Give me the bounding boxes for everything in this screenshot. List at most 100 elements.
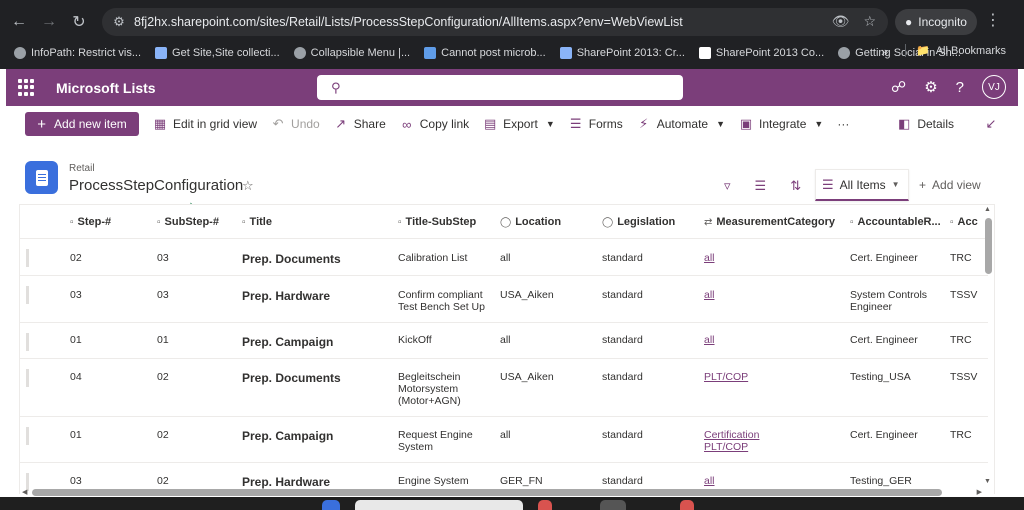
row-select-handle[interactable] bbox=[26, 286, 29, 304]
collapse-icon[interactable]: ↙ bbox=[984, 116, 998, 132]
vertical-scrollbar[interactable]: ▲ ▼ bbox=[984, 206, 993, 492]
table-row[interactable]: 02 03 Prep. Documents Calibration List a… bbox=[20, 239, 988, 276]
lookup-link[interactable]: all bbox=[704, 289, 715, 301]
column-header-title-substep[interactable]: ▫ Title-SubStep bbox=[398, 205, 476, 239]
cell-accountable: Testing_USA bbox=[850, 371, 911, 383]
table-row[interactable]: 01 02 Prep. Campaign Request Engine Syste… bbox=[20, 417, 988, 463]
settings-icon[interactable]: ⚙ bbox=[924, 78, 937, 96]
row-select-handle[interactable] bbox=[26, 249, 29, 267]
vertical-scroll-thumb[interactable] bbox=[985, 218, 992, 274]
cell-title[interactable]: Prep. Hardware bbox=[242, 476, 330, 488]
star-icon[interactable]: ☆ bbox=[863, 13, 876, 30]
export-button[interactable]: ▤ Export ▼ bbox=[483, 116, 555, 132]
taskbar-app-icon[interactable] bbox=[600, 500, 626, 510]
taskbar-app-icon[interactable] bbox=[538, 500, 552, 510]
lookup-link[interactable]: PLT/COP bbox=[704, 441, 759, 453]
add-view-button[interactable]: + Add view bbox=[919, 178, 981, 192]
avatar[interactable]: VJ bbox=[982, 75, 1006, 99]
chevron-down-icon: ▼ bbox=[814, 119, 824, 129]
column-header-acc[interactable]: ▫ Acc bbox=[950, 205, 978, 239]
bookmark-item[interactable]: Collapsible Menu |... bbox=[293, 47, 410, 59]
column-header-accountable[interactable]: ▫ AccountableR... bbox=[850, 205, 941, 239]
address-bar[interactable]: ⚙ 8fj2hx.sharepoint.com/sites/Retail/Lis… bbox=[102, 8, 888, 36]
bookmarks-overflow-icon[interactable]: » bbox=[881, 44, 888, 59]
horizontal-scrollbar[interactable]: ◀ ▶ bbox=[22, 488, 982, 497]
scroll-right-icon[interactable]: ▶ bbox=[977, 488, 982, 496]
view-tools: ▿ ☰ ⇅ bbox=[724, 178, 801, 194]
list-grid: ▫ Step-# ▫ SubStep-# ▫ Title ▫ Title-SubStep… bbox=[19, 204, 995, 494]
lookup-link[interactable]: all bbox=[704, 475, 715, 487]
bookmark-item[interactable]: Get Site,Site collecti... bbox=[155, 47, 280, 59]
lookup-link[interactable]: PLT/COP bbox=[704, 371, 748, 383]
cell-measurement: all bbox=[704, 252, 715, 264]
eye-off-icon[interactable]: 👁 bbox=[832, 13, 850, 30]
cell-title[interactable]: Prep. Hardware bbox=[242, 290, 330, 302]
cell-substep: 01 bbox=[157, 334, 169, 346]
puzzle-icon bbox=[424, 47, 437, 59]
column-header-title[interactable]: ▫ Title bbox=[242, 205, 272, 239]
sort-icon[interactable]: ⇅ bbox=[790, 178, 801, 194]
bookmark-item[interactable]: InfoPath: Restrict vis... bbox=[14, 47, 141, 59]
search-box[interactable]: ⚲ bbox=[317, 75, 683, 100]
browser-menu-icon[interactable]: ⋮ bbox=[985, 10, 1001, 30]
app-name[interactable]: Microsoft Lists bbox=[56, 80, 156, 96]
site-info-icon[interactable]: ⚙ bbox=[110, 13, 128, 31]
table-row[interactable]: 01 01 Prep. Campaign KickOff all standar… bbox=[20, 323, 988, 359]
share-network-icon[interactable]: ☍ bbox=[891, 78, 906, 96]
undo-button[interactable]: ↶ Undo bbox=[271, 116, 320, 132]
app-launcher-icon[interactable] bbox=[18, 78, 36, 97]
cell-title[interactable]: Prep. Campaign bbox=[242, 336, 333, 348]
favorite-star-icon[interactable]: ☆ bbox=[242, 178, 254, 194]
forward-icon[interactable]: → bbox=[38, 11, 60, 33]
scroll-left-icon[interactable]: ◀ bbox=[22, 488, 27, 496]
column-header-location[interactable]: ◯ Location bbox=[500, 205, 561, 239]
incognito-badge[interactable]: ● Incognito bbox=[895, 9, 977, 35]
filter-icon[interactable]: ▿ bbox=[724, 178, 731, 194]
table-row[interactable]: 04 02 Prep. Documents Begleitschein Motor… bbox=[20, 359, 988, 417]
edit-grid-button[interactable]: ▦ Edit in grid view bbox=[153, 116, 257, 132]
list-icon bbox=[25, 161, 58, 194]
back-icon[interactable]: ← bbox=[8, 11, 30, 33]
suite-header: Microsoft Lists ⚲ ☍ ⚙ ? VJ bbox=[6, 69, 1018, 106]
lookup-link[interactable]: all bbox=[704, 252, 715, 264]
copy-link-button[interactable]: ∞ Copy link bbox=[400, 117, 469, 132]
lookup-link[interactable]: Certification bbox=[704, 429, 759, 441]
add-new-item-button[interactable]: + Add new item bbox=[25, 112, 139, 136]
row-select-handle[interactable] bbox=[26, 369, 29, 387]
row-select-handle[interactable] bbox=[26, 427, 29, 445]
reload-icon[interactable]: ↻ bbox=[68, 11, 90, 33]
info-pane-icon: ◧ bbox=[898, 116, 911, 131]
lookup-link[interactable]: all bbox=[704, 334, 715, 346]
scroll-down-icon[interactable]: ▼ bbox=[984, 478, 991, 485]
forms-button[interactable]: ☰ Forms bbox=[569, 116, 623, 132]
horizontal-scroll-thumb[interactable] bbox=[32, 489, 942, 496]
column-header-legislation[interactable]: ◯ Legislation bbox=[602, 205, 675, 239]
bookmark-item[interactable]: Cannot post microb... bbox=[424, 47, 546, 59]
more-button[interactable]: ··· bbox=[837, 117, 849, 131]
taskbar-app-icon[interactable] bbox=[322, 500, 340, 510]
bookmark-item[interactable]: SharePoint 2013: Cr... bbox=[559, 47, 685, 59]
site-name[interactable]: Retail bbox=[69, 163, 95, 174]
details-button[interactable]: ◧ Details bbox=[897, 116, 954, 132]
column-header-measurement[interactable]: ⇄ MeasurementCategory bbox=[704, 205, 835, 239]
bookmark-item[interactable]: SharePoint 2013 Co... bbox=[698, 47, 824, 59]
cell-location: USA_Aiken bbox=[500, 289, 554, 301]
taskbar-app-icon[interactable] bbox=[680, 500, 694, 510]
cell-title[interactable]: Prep. Campaign bbox=[242, 430, 333, 442]
taskbar-search[interactable] bbox=[355, 500, 523, 510]
all-bookmarks[interactable]: 📁 All Bookmarks bbox=[905, 44, 1006, 57]
cell-legislation: standard bbox=[602, 334, 643, 346]
cell-title[interactable]: Prep. Documents bbox=[242, 253, 341, 265]
table-row[interactable]: 03 03 Prep. Hardware Confirm compliant Te… bbox=[20, 276, 988, 323]
group-icon[interactable]: ☰ bbox=[755, 178, 767, 194]
row-select-handle[interactable] bbox=[26, 333, 29, 351]
automate-button[interactable]: ⚡ Automate ▼ bbox=[637, 116, 725, 132]
share-button[interactable]: ↗ Share bbox=[334, 116, 385, 132]
scroll-up-icon[interactable]: ▲ bbox=[984, 206, 991, 213]
column-header-substep[interactable]: ▫ SubStep-# bbox=[157, 205, 219, 239]
column-header-step[interactable]: ▫ Step-# bbox=[70, 205, 111, 239]
view-switcher[interactable]: ☰ All Items ▼ bbox=[815, 169, 909, 201]
help-icon[interactable]: ? bbox=[956, 79, 964, 96]
cell-title[interactable]: Prep. Documents bbox=[242, 372, 341, 384]
integrate-button[interactable]: ▣ Integrate ▼ bbox=[739, 116, 823, 132]
